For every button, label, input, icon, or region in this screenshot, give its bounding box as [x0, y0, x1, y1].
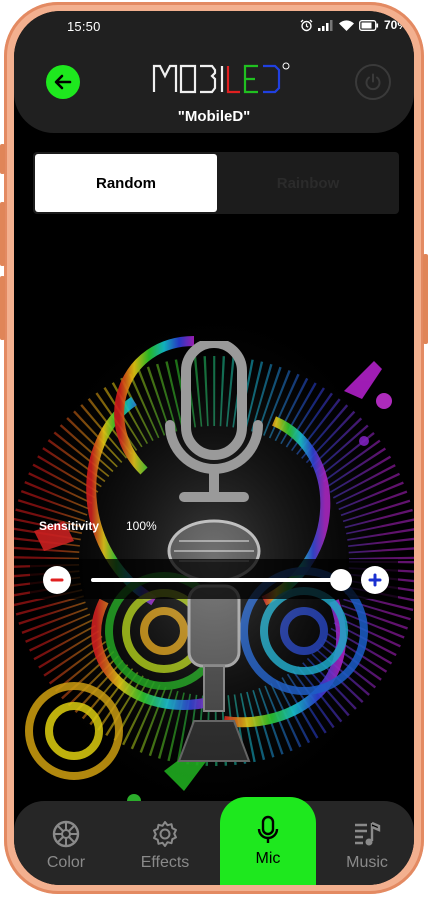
sensitivity-value: 100% — [126, 519, 157, 533]
nav-tab-music[interactable]: Music — [319, 801, 414, 885]
side-button — [0, 276, 5, 340]
signal-icon — [317, 19, 334, 31]
back-button[interactable] — [46, 65, 80, 99]
app-screen: 15:50 70% "MobileD" Random Rainbow Sensi… — [14, 11, 414, 885]
sensitivity-slider-track[interactable] — [91, 578, 341, 582]
side-button — [0, 202, 5, 266]
power-icon — [365, 73, 381, 91]
status-icons: 70% — [300, 18, 408, 32]
tab-rainbow[interactable]: Rainbow — [217, 154, 399, 212]
sensitivity-label: Sensitivity — [39, 519, 100, 533]
arrow-left-icon — [54, 74, 72, 90]
battery-icon — [359, 19, 379, 31]
device-name: "MobileD" — [177, 108, 251, 125]
plus-icon — [368, 573, 382, 587]
tab-random[interactable]: Random — [35, 154, 217, 212]
side-button — [423, 254, 428, 344]
mode-segmented-control: Random Rainbow — [33, 152, 399, 214]
nav-label: Mic — [255, 850, 281, 867]
music-list-icon — [352, 819, 382, 849]
nav-label: Color — [46, 854, 86, 871]
nav-tab-effects[interactable]: Effects — [117, 801, 213, 885]
nav-label: Music — [346, 854, 388, 871]
nav-label: Effects — [140, 854, 190, 871]
microphone-icon — [165, 341, 263, 502]
minus-icon — [50, 578, 64, 582]
side-button — [0, 144, 5, 174]
gear-icon — [150, 819, 180, 849]
phone-frame: 15:50 70% "MobileD" Random Rainbow Sensi… — [0, 2, 428, 894]
app-header: 15:50 70% "MobileD" — [14, 11, 414, 133]
status-time: 15:50 — [67, 19, 101, 34]
status-bar: 15:50 70% — [14, 11, 414, 41]
sensitivity-slider-thumb[interactable] — [330, 569, 352, 591]
nav-tab-mic[interactable]: Mic — [220, 797, 316, 885]
brand-logo — [144, 59, 294, 99]
decrease-sensitivity-button[interactable] — [43, 566, 71, 594]
power-button[interactable] — [355, 64, 391, 100]
battery-percent: 70% — [383, 18, 408, 32]
alarm-icon — [300, 19, 313, 32]
color-wheel-icon — [51, 819, 81, 849]
bottom-navigation: Color Effects Mic Music — [14, 797, 414, 885]
increase-sensitivity-button[interactable] — [361, 566, 389, 594]
wifi-icon — [338, 19, 354, 31]
microphone-icon — [253, 815, 283, 845]
nav-tab-color[interactable]: Color — [18, 801, 114, 885]
